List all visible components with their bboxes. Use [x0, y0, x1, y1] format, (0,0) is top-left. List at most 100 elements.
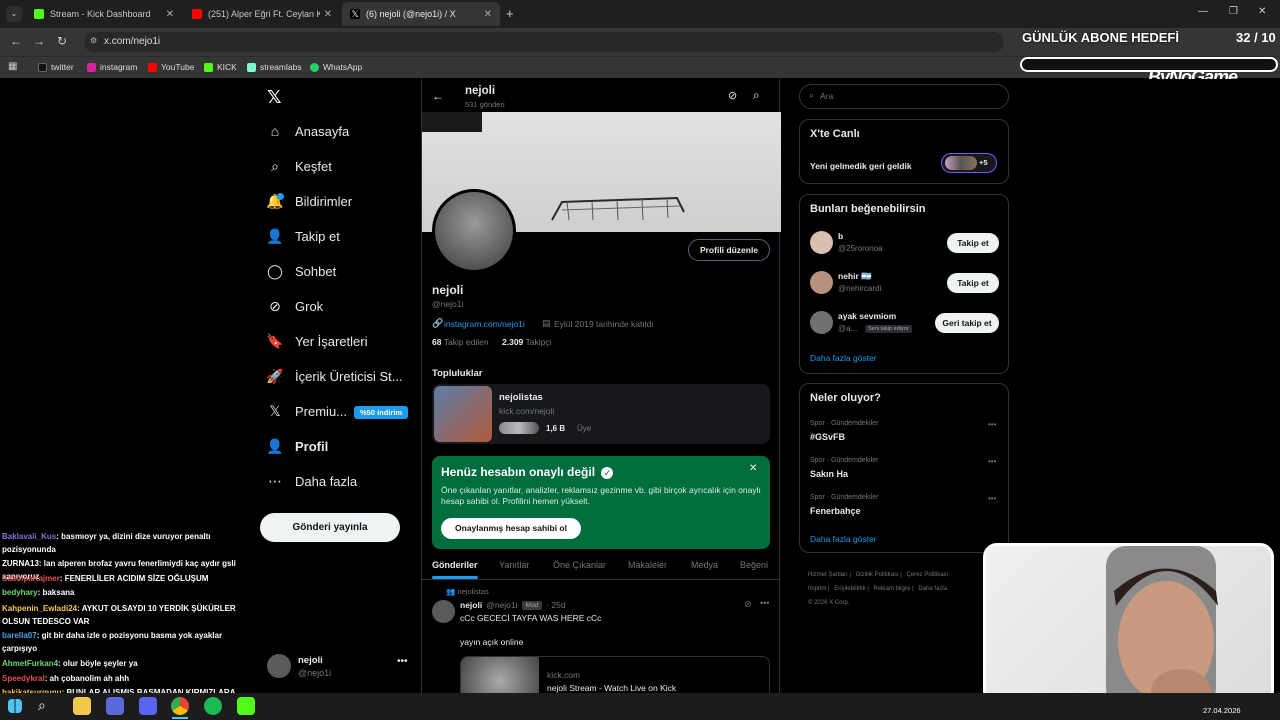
avatar[interactable] — [810, 231, 833, 254]
more-icon[interactable]: ••• — [397, 656, 408, 667]
more-icon[interactable]: ••• — [988, 494, 996, 503]
chat-message: Speedykral: ah çobanolim ah ahh — [2, 672, 257, 685]
new-tab-button[interactable]: + — [506, 6, 514, 21]
app-icon[interactable] — [106, 697, 124, 715]
minimize-button[interactable]: — — [1198, 6, 1208, 17]
obs-icon[interactable] — [237, 697, 255, 715]
browser-tab[interactable]: Stream - Kick Dashboard ✕ — [26, 2, 182, 26]
search-input[interactable]: ⌕ Ara — [799, 84, 1009, 109]
profile-tab[interactable]: Makaleler — [628, 560, 667, 570]
forward-icon[interactable]: → — [33, 34, 45, 48]
x-logo-icon[interactable]: 𝕏 — [267, 87, 282, 108]
back-icon[interactable]: ← — [10, 34, 22, 48]
live-item[interactable]: Yeni gelmedik geri geldik +5 — [810, 153, 1000, 174]
grok-icon[interactable]: ⊘ — [728, 89, 737, 102]
post-button[interactable]: Gönderi yayınla — [260, 513, 400, 542]
profile-tab[interactable]: Yanıtlar — [499, 560, 529, 570]
nav-item[interactable]: ⊘ Grok — [266, 297, 323, 315]
trend-name[interactable]: Sakın Ha — [810, 469, 848, 479]
footer-link[interactable]: Çerez Politikası — [907, 572, 949, 578]
avatar[interactable] — [810, 271, 833, 294]
suggest-name[interactable]: ayak sevmiom — [838, 311, 896, 321]
browser-tab-active[interactable]: 𝕏 (6) nejoli (@nejo1i) / X ✕ — [342, 2, 500, 26]
back-arrow-icon[interactable]: ← — [432, 89, 444, 103]
footer-link[interactable]: Reklam bilgisi — [874, 586, 911, 592]
post-count: 531 gönderi — [465, 100, 505, 109]
windows-start-icon[interactable] — [8, 699, 22, 713]
profile-tab[interactable]: Öne Çıkanlar — [553, 560, 606, 570]
close-icon[interactable]: ✕ — [749, 463, 757, 474]
show-more-link[interactable]: Daha fazla göster — [810, 353, 877, 363]
close-icon[interactable]: ✕ — [324, 9, 332, 20]
profile-link[interactable]: instagram.com/nejo1i — [444, 319, 525, 329]
restore-button[interactable]: ❐ — [1229, 6, 1238, 17]
account-switcher[interactable]: nejoli @nejo1i ••• — [267, 651, 412, 681]
follow-button[interactable]: Takip et — [947, 233, 999, 253]
file-explorer-icon[interactable] — [73, 697, 91, 715]
spotify-icon[interactable] — [204, 697, 222, 715]
bookmark-youtube[interactable]: YouTube — [148, 62, 194, 72]
search-icon[interactable]: ⌕ — [753, 88, 760, 103]
browser-tab[interactable]: (251) Alper Eğri Ft. Ceylan Koyn ✕ — [184, 2, 340, 26]
link-card[interactable]: kick.com nejoli Stream - Watch Live on K… — [460, 656, 770, 693]
edit-profile-button[interactable]: Profili düzenle — [688, 239, 770, 261]
follow-button[interactable]: Takip et — [947, 273, 999, 293]
verify-button[interactable]: Onaylanmış hesap sahibi ol — [441, 518, 581, 539]
nav-item[interactable]: 👤 Profil — [266, 437, 328, 455]
bookmark-whatsapp[interactable]: WhatsApp — [310, 62, 362, 72]
search-icon[interactable]: ⌕ — [38, 697, 56, 715]
nav-item[interactable]: 👤 Takip et — [266, 227, 340, 245]
bookmark-instagram[interactable]: instagram — [87, 62, 137, 72]
suggest-name[interactable]: nehir 🇦🇷 — [838, 271, 872, 282]
post-avatar[interactable] — [432, 600, 455, 623]
more-icon[interactable]: ••• — [988, 420, 996, 429]
community-url: kick.com/nejoli — [499, 406, 555, 416]
following-stat[interactable]: 68 Takip edilen — [432, 337, 489, 347]
footer-link[interactable]: Erişilebilirlik — [834, 586, 865, 592]
bookmark-streamlabs[interactable]: streamlabs — [247, 62, 302, 72]
nav-item[interactable]: 𝕏 Premiu... — [266, 402, 347, 420]
trend-name[interactable]: Fenerbahçe — [810, 506, 861, 516]
nav-item[interactable]: 🚀 İçerik Üreticisi St... — [266, 367, 402, 385]
browser-tab-bar: ⌄ Stream - Kick Dashboard ✕ (251) Alper … — [0, 0, 1280, 28]
profile-column: ← nejoli 531 gönderi ⊘ ⌕ Profili düzenle… — [421, 79, 781, 693]
follow-button[interactable]: Geri takip et — [935, 313, 999, 333]
close-window-button[interactable]: ✕ — [1258, 6, 1266, 17]
trends-more-link[interactable]: Daha fazla göster — [810, 534, 877, 544]
url-input[interactable]: ⚙ x.com/nejo1i — [84, 32, 1004, 52]
reload-icon[interactable]: ↻ — [57, 34, 67, 48]
tab-search-icon[interactable]: ⌄ — [6, 6, 22, 22]
nav-item[interactable]: 🔖 Yer İşaretleri — [266, 332, 367, 350]
footer-link[interactable]: Gizlilik Politikası — [856, 572, 899, 578]
chat-username: barella07 — [2, 631, 37, 640]
nav-item[interactable]: ◯ Sohbet — [266, 262, 336, 280]
footer-link[interactable]: Imprint — [808, 586, 826, 592]
trend-name[interactable]: #GSvFB — [810, 432, 845, 442]
profile-avatar[interactable] — [432, 189, 516, 273]
close-icon[interactable]: ✕ — [484, 9, 492, 20]
bookmark-twitter[interactable]: twitter — [38, 62, 74, 72]
footer-link[interactable]: Hizmet Şartları — [808, 572, 848, 578]
community-card[interactable]: nejolistas kick.com/nejoli 1,6 B Üye — [432, 384, 770, 444]
chrome-icon[interactable] — [171, 697, 189, 715]
more-icon[interactable]: ••• — [760, 598, 769, 608]
discord-icon[interactable] — [139, 697, 157, 715]
site-info-icon[interactable]: ⚙ — [90, 36, 97, 45]
profile-tab[interactable]: Beğeni — [740, 560, 768, 570]
close-icon[interactable]: ✕ — [166, 9, 174, 20]
apps-icon[interactable]: ▦ — [8, 61, 17, 72]
profile-tab[interactable]: Medya — [691, 560, 718, 570]
grok-icon[interactable]: ⊘ — [744, 599, 752, 610]
suggest-name[interactable]: b — [838, 231, 843, 241]
bookmark-kick[interactable]: KICK — [204, 62, 237, 72]
profile-tab[interactable]: Gönderiler — [432, 560, 478, 570]
nav-item[interactable]: ⌕ Keşfet — [266, 157, 332, 175]
suggest-handle: @a... — [838, 324, 858, 333]
followers-stat[interactable]: 2.309 Takipçi — [502, 337, 551, 347]
more-icon[interactable]: ••• — [988, 457, 996, 466]
avatar[interactable] — [810, 311, 833, 334]
footer-link[interactable]: Daha fazla — [918, 586, 947, 592]
nav-item[interactable]: ⌂ Anasayfa — [266, 122, 349, 140]
post-author[interactable]: nejoli — [460, 600, 482, 610]
nav-item[interactable]: ⋯ Daha fazla — [266, 472, 357, 490]
